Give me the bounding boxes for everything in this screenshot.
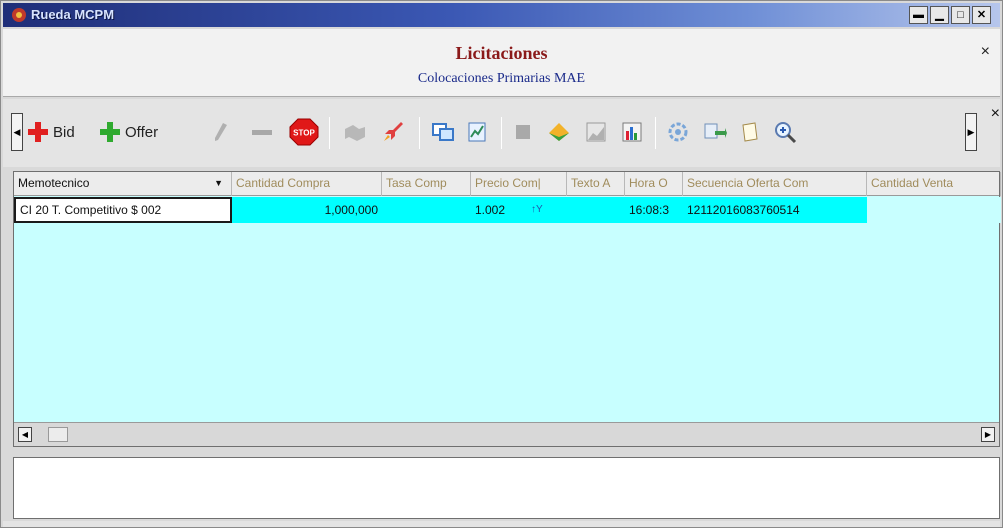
zoom-in-button[interactable]: [773, 119, 797, 145]
app-icon: [12, 8, 26, 22]
cell-cantidad-venta[interactable]: [867, 197, 1001, 223]
grid-header: Memotecnico ▼ Cantidad Compra Tasa Comp …: [14, 172, 1001, 196]
column-header-hora[interactable]: Hora O: [625, 172, 683, 196]
area-chart-icon: [586, 122, 606, 142]
minimize-button[interactable]: ▬: [909, 6, 928, 24]
chart-page-button[interactable]: [467, 119, 489, 145]
edit-button[interactable]: [211, 119, 231, 145]
area-chart-button[interactable]: [585, 119, 607, 145]
stop-icon: STOP: [289, 118, 319, 146]
toolbar-separator: [655, 117, 656, 149]
toolbar-close-icon[interactable]: ×: [991, 105, 1000, 123]
cell-secuencia[interactable]: 12112016083760514: [683, 197, 867, 223]
zoom-in-icon: [775, 122, 797, 144]
offer-button[interactable]: Offer: [99, 119, 158, 145]
bid-button[interactable]: Bid: [27, 119, 75, 145]
toolbar-separator: [329, 117, 330, 149]
pyramid-icon: [549, 123, 569, 141]
copy-windows-button[interactable]: [431, 119, 455, 145]
gray-square-icon: [516, 125, 530, 139]
maximize-button[interactable]: □: [951, 6, 970, 24]
copy-windows-icon: [432, 123, 454, 141]
rocket-button[interactable]: [381, 119, 405, 145]
handshake-button[interactable]: [343, 119, 367, 145]
title-bar[interactable]: Rueda MCPM ▬ ▁ □ ✕: [3, 3, 1000, 27]
scroll-thumb[interactable]: [48, 427, 68, 442]
toolbar-separator: [501, 117, 502, 149]
page-icon: [742, 122, 758, 142]
column-header-memotecnico[interactable]: Memotecnico ▼: [14, 172, 232, 196]
column-header-cantidad-venta[interactable]: Cantidad Venta: [867, 172, 1001, 196]
close-button[interactable]: ✕: [972, 6, 991, 24]
app-window: Rueda MCPM ▬ ▁ □ ✕ Licitaciones Colocaci…: [0, 0, 1003, 528]
export-button[interactable]: [703, 119, 727, 145]
document-button[interactable]: [739, 119, 761, 145]
stop-button[interactable]: STOP: [289, 118, 319, 146]
precio-value: 1.002: [475, 203, 506, 217]
status-strip: [3, 521, 1000, 527]
page-subtitle: Colocaciones Primarias MAE: [417, 71, 586, 86]
column-header-secuencia[interactable]: Secuencia Oferta Com: [683, 172, 867, 196]
licitaciones-grid: Memotecnico ▼ Cantidad Compra Tasa Comp …: [13, 171, 1001, 447]
scroll-right-button[interactable]: ▶: [981, 427, 995, 442]
table-row[interactable]: CI 20 T. Competitivo $ 002 1,000,000 1.0…: [14, 197, 1001, 223]
export-icon: [704, 123, 727, 139]
remove-button[interactable]: [251, 119, 273, 145]
settings-refresh-button[interactable]: [667, 119, 689, 145]
bar-chart-button[interactable]: [621, 119, 643, 145]
gray-square-button[interactable]: [513, 119, 533, 145]
red-plus-icon: [28, 122, 48, 142]
precio-marker: ↑Y: [531, 204, 543, 215]
chart-page-icon: [468, 122, 486, 142]
toolbar: ◀ Bid Offer STOP ▶ ×: [3, 99, 1000, 167]
column-header-cantidad-compra[interactable]: Cantidad Compra: [232, 172, 382, 196]
column-dropdown-icon[interactable]: ▼: [214, 172, 223, 195]
message-area[interactable]: [13, 457, 1000, 519]
gear-refresh-icon: [668, 122, 688, 142]
column-header-precio-comp[interactable]: Precio Com|: [471, 172, 567, 196]
pencil-icon: [215, 123, 227, 141]
toolbar-scroll-left-button[interactable]: ◀: [11, 113, 23, 151]
cell-cantidad-compra[interactable]: 1,000,000: [232, 197, 382, 223]
column-header-texto[interactable]: Texto A: [567, 172, 625, 196]
pyramid-button[interactable]: [547, 119, 571, 145]
cell-tasa-comp[interactable]: [382, 197, 471, 223]
handshake-icon: [345, 125, 365, 141]
svg-text:STOP: STOP: [293, 129, 315, 138]
column-header-tasa-comp[interactable]: Tasa Comp: [382, 172, 471, 196]
window-title: Rueda MCPM: [31, 7, 115, 22]
scroll-left-button[interactable]: ◀: [18, 427, 32, 442]
restore-button[interactable]: ▁: [930, 6, 949, 24]
horizontal-scrollbar[interactable]: ◀ ▶: [14, 422, 999, 446]
rocket-icon: [384, 122, 403, 141]
cell-texto[interactable]: [567, 197, 625, 223]
cell-precio-comp[interactable]: 1.002 ↑Y: [471, 197, 567, 223]
module-header: Licitaciones Colocaciones Primarias MAE …: [3, 29, 1000, 97]
cell-hora[interactable]: 16:08:3: [625, 197, 683, 223]
green-plus-icon: [100, 122, 120, 142]
toolbar-scroll-right-button[interactable]: ▶: [965, 113, 977, 151]
minus-icon: [252, 130, 272, 135]
cell-memotecnico[interactable]: CI 20 T. Competitivo $ 002: [14, 197, 232, 223]
page-title: Licitaciones: [455, 43, 548, 63]
bar-chart-icon: [622, 122, 642, 142]
close-module-icon[interactable]: ×: [981, 43, 990, 61]
toolbar-separator: [419, 117, 420, 149]
